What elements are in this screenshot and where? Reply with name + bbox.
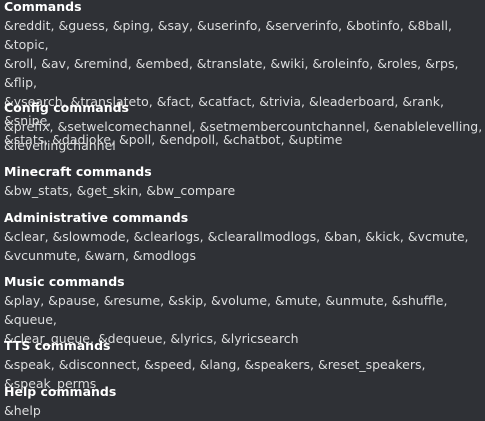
value-line: &levellingchannel bbox=[4, 138, 116, 153]
field-administrative-commands: Administrative commands &clear, &slowmod… bbox=[4, 209, 483, 265]
field-value: &bw_stats, &get_skin, &bw_compare bbox=[4, 181, 483, 200]
field-title: Music commands bbox=[4, 274, 125, 289]
field-title: Config commands bbox=[4, 100, 129, 115]
value-line: &help bbox=[4, 403, 41, 418]
field-value: &prefix, &setwelcomechannel, &setmemberc… bbox=[4, 117, 483, 155]
field-value: &clear, &slowmode, &clearlogs, &clearall… bbox=[4, 227, 483, 265]
field-minecraft-commands: Minecraft commands &bw_stats, &get_skin,… bbox=[4, 163, 483, 200]
value-line: &clear, &slowmode, &clearlogs, &clearall… bbox=[4, 229, 469, 244]
value-line: &bw_stats, &get_skin, &bw_compare bbox=[4, 183, 236, 198]
field-title: Help commands bbox=[4, 384, 117, 399]
value-line: &reddit, &guess, &ping, &say, &userinfo,… bbox=[4, 18, 456, 52]
value-line: &roll, &av, &remind, &embed, &translate,… bbox=[4, 56, 463, 90]
field-config-commands: Config commands &prefix, &setwelcomechan… bbox=[4, 99, 483, 155]
field-value: &help bbox=[4, 401, 483, 420]
value-line: &play, &pause, &resume, &skip, &volume, … bbox=[4, 293, 452, 327]
help-embed: Commands &reddit, &guess, &ping, &say, &… bbox=[0, 0, 485, 421]
value-line: &prefix, &setwelcomechannel, &setmemberc… bbox=[4, 119, 483, 134]
field-title: Administrative commands bbox=[4, 210, 189, 225]
field-help-commands: Help commands &help bbox=[4, 383, 483, 420]
field-title: TTS commands bbox=[4, 338, 111, 353]
field-title: Minecraft commands bbox=[4, 164, 152, 179]
field-title: Commands bbox=[4, 0, 82, 14]
value-line: &vcunmute, &warn, &modlogs bbox=[4, 248, 196, 263]
